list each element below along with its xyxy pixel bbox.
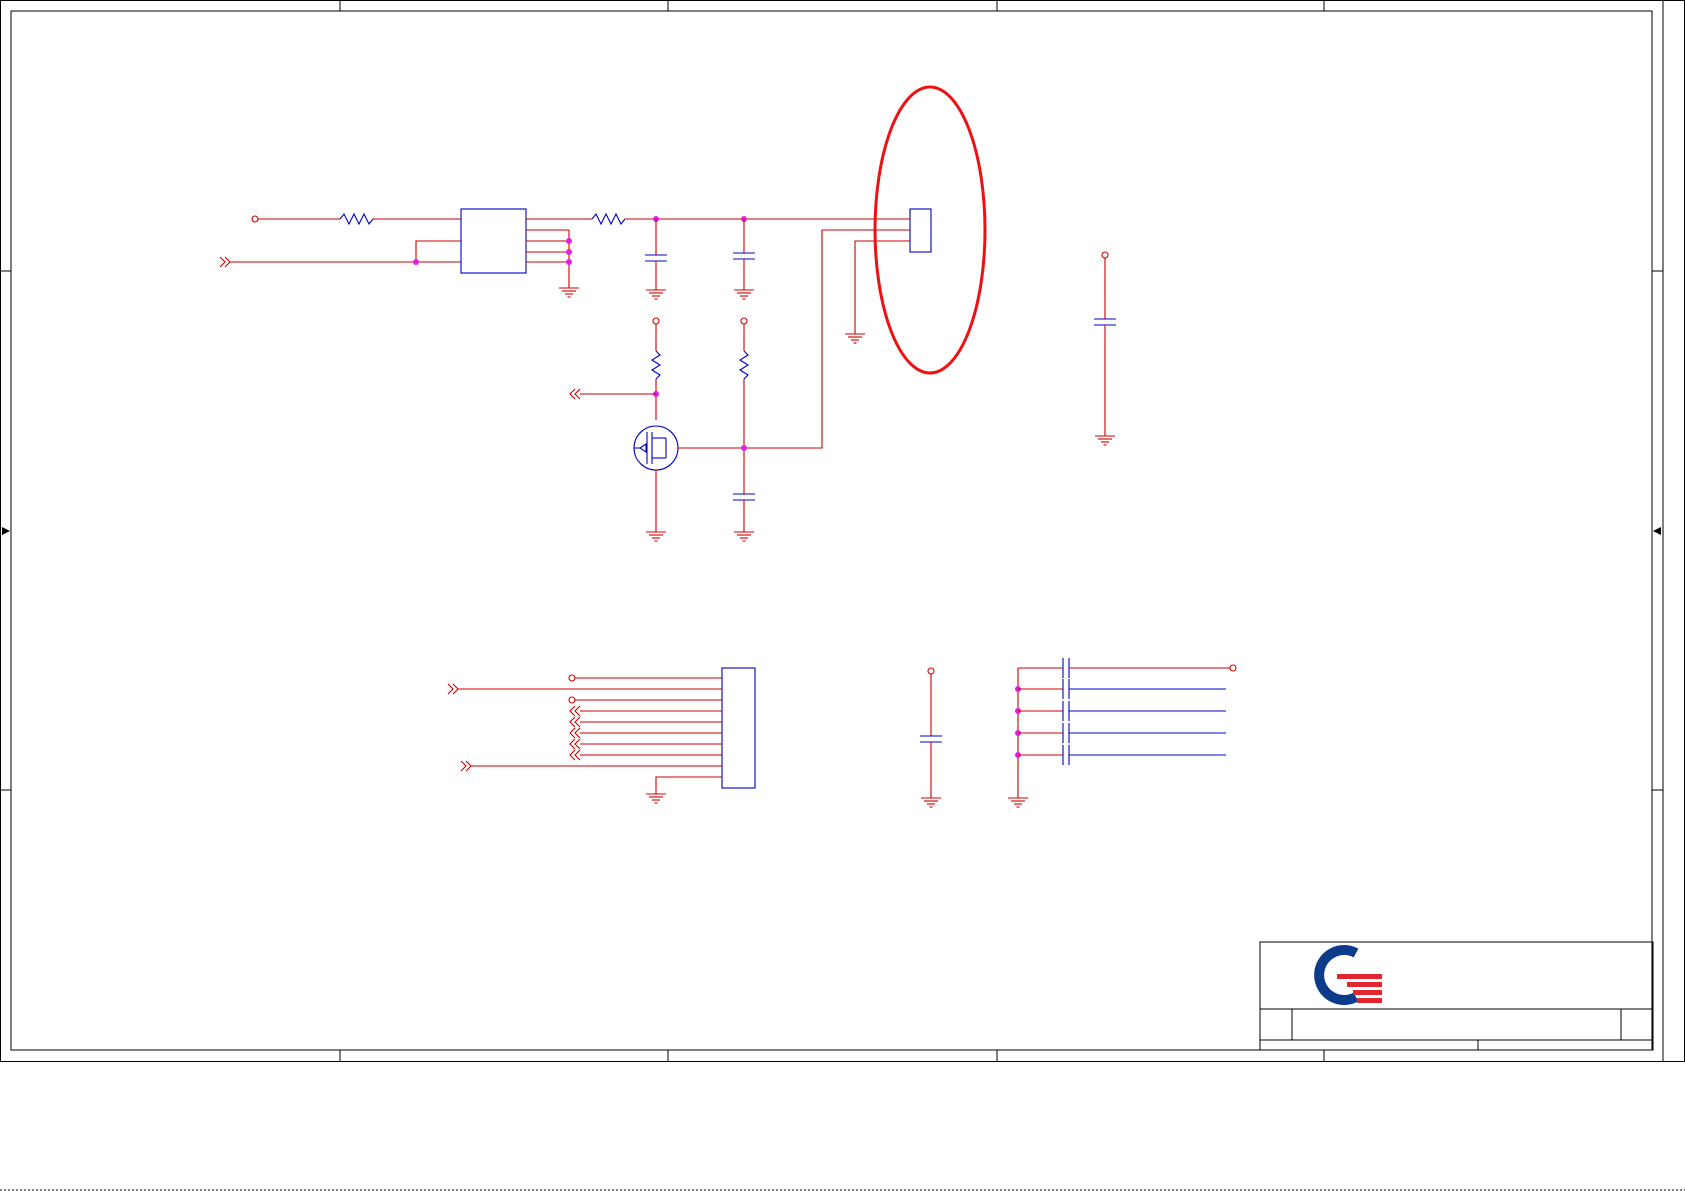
offpage-arrow-icon (447, 683, 459, 695)
frame-center-arrow-right (1653, 527, 1661, 535)
switch-circuit (569, 317, 822, 542)
lower-connector-block (447, 667, 756, 804)
offpage-arrow-icon (569, 705, 581, 717)
power-pin-icon (927, 667, 935, 675)
logo-q-icon (1314, 945, 1382, 1005)
mosfet-icon (633, 425, 679, 471)
offpage-arrow-icon (569, 749, 581, 761)
connector-icon (721, 667, 756, 789)
frame-center-arrow-left (2, 527, 10, 535)
input-regulator-block (219, 208, 910, 300)
power-pin-icon (652, 317, 660, 325)
title-block (1259, 941, 1654, 1051)
power-pin-icon (251, 215, 259, 223)
power-pin-icon (1229, 664, 1237, 672)
resistor-icon (650, 350, 662, 380)
drawing-frame (0, 0, 1685, 1191)
resistor-icon (339, 212, 374, 226)
highlighted-connector-block (680, 85, 987, 449)
resistor-icon (738, 350, 750, 380)
coupling-capacitor-array (1007, 657, 1237, 808)
offpage-arrow-icon (569, 388, 581, 400)
offpage-arrow-icon (569, 716, 581, 728)
resistor-icon (591, 212, 626, 226)
decoupling-capacitor-right (1093, 251, 1117, 446)
offpage-arrow-icon (569, 727, 581, 739)
regulator-ic (460, 208, 527, 274)
power-pin-icon (740, 317, 748, 325)
connector-icon (909, 208, 932, 253)
power-pin-icon (568, 674, 576, 682)
offpage-arrow-icon (460, 760, 472, 772)
decoupling-capacitor-lower (919, 667, 943, 808)
offpage-arrow-icon (219, 256, 231, 268)
power-pin-icon (568, 696, 576, 704)
power-pin-icon (1101, 251, 1109, 259)
schematic-sheet (0, 0, 1685, 1191)
offpage-arrow-icon (569, 738, 581, 750)
